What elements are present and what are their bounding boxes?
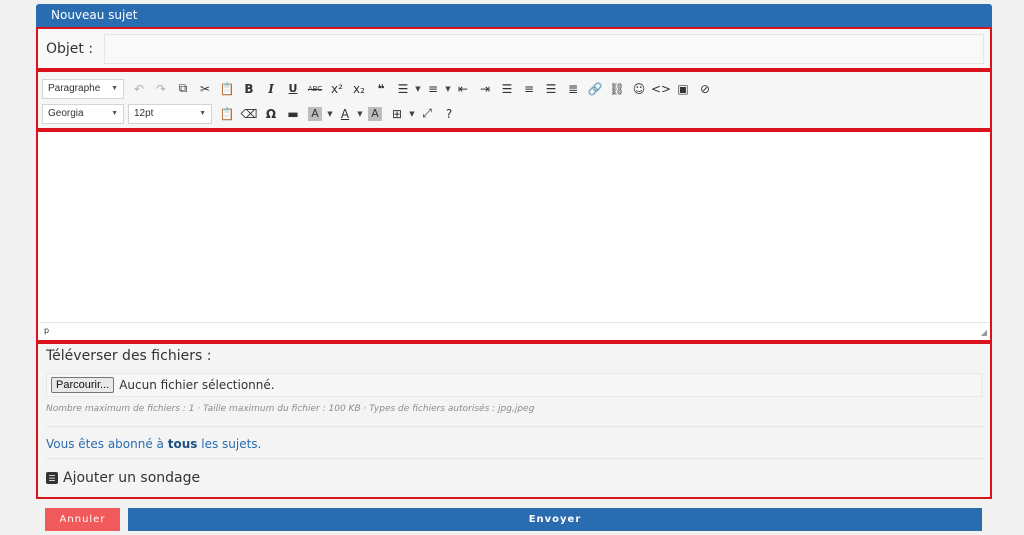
chevron-down-icon[interactable]: ▼ bbox=[414, 79, 422, 99]
redo-icon[interactable]: ↷ bbox=[150, 79, 172, 99]
size-select-value: 12pt bbox=[134, 108, 154, 119]
numbered-list-icon[interactable]: ≡ bbox=[422, 79, 444, 99]
horizontal-rule-icon[interactable]: ▬ bbox=[282, 104, 304, 124]
chevron-down-icon[interactable]: ▼ bbox=[356, 104, 364, 124]
link-icon[interactable]: 🔗 bbox=[584, 79, 606, 99]
poll-icon: ☰ bbox=[46, 472, 58, 484]
text-color-icon[interactable]: A bbox=[334, 104, 356, 124]
unlink-icon[interactable]: ⛓ bbox=[606, 79, 628, 99]
file-limits-info: Nombre maximum de fichiers : 1 · Taille … bbox=[46, 404, 535, 414]
highlight-icon[interactable]: A bbox=[364, 104, 386, 124]
superscript-icon[interactable]: x² bbox=[326, 79, 348, 99]
emoji-icon[interactable]: ☺ bbox=[628, 79, 650, 99]
element-path: p bbox=[44, 326, 50, 335]
format-select[interactable]: Paragraphe ▼ bbox=[42, 78, 124, 99]
align-left-icon[interactable]: ☰ bbox=[496, 79, 518, 99]
paste-icon[interactable]: 📋 bbox=[216, 79, 238, 99]
code-icon[interactable]: <> bbox=[650, 79, 672, 99]
upload-title: Téléverser des fichiers : bbox=[46, 348, 212, 364]
undo-icon[interactable]: ↶ bbox=[128, 79, 150, 99]
subject-label: Objet : bbox=[46, 40, 94, 57]
copy-icon[interactable]: ⧉ bbox=[172, 79, 194, 99]
format-select-value: Paragraphe bbox=[48, 83, 101, 94]
upload-section: Téléverser des fichiers : Parcourir... A… bbox=[36, 342, 992, 499]
cut-icon[interactable]: ✂ bbox=[194, 79, 216, 99]
paste-text-icon[interactable]: 📋 bbox=[216, 104, 238, 124]
new-topic-form: Nouveau sujet Objet : Paragraphe ▼ ↶ ↷ ⧉ … bbox=[36, 4, 992, 499]
subject-row: Objet : bbox=[36, 27, 992, 70]
file-input[interactable]: Parcourir... Aucun fichier sélectionné. bbox=[46, 373, 982, 397]
chevron-down-icon[interactable]: ▼ bbox=[408, 104, 416, 124]
italic-icon[interactable]: I bbox=[260, 79, 282, 99]
editor-statusbar: p bbox=[40, 322, 990, 338]
toolbar-row-2: Georgia ▼ 12pt ▼ 📋 ⌫ Ω ▬ A ▼ A ▼ A ⊞ ▼ ⤢ ? bbox=[42, 101, 990, 126]
subscription-notice: Vous êtes abonné à tous les sujets. bbox=[46, 437, 261, 451]
font-select[interactable]: Georgia ▼ bbox=[42, 103, 124, 124]
subscript-icon[interactable]: x₂ bbox=[348, 79, 370, 99]
add-poll-toggle[interactable]: ☰ Ajouter un sondage bbox=[46, 470, 200, 486]
chevron-down-icon: ▼ bbox=[199, 110, 206, 117]
align-right-icon[interactable]: ☰ bbox=[540, 79, 562, 99]
chevron-down-icon: ▼ bbox=[111, 85, 118, 92]
size-select[interactable]: 12pt ▼ bbox=[128, 103, 212, 124]
outdent-icon[interactable]: ⇤ bbox=[452, 79, 474, 99]
align-center-icon[interactable]: ≡ bbox=[518, 79, 540, 99]
form-header: Nouveau sujet bbox=[36, 4, 992, 27]
help-icon[interactable]: ? bbox=[438, 104, 460, 124]
underline-icon[interactable]: U bbox=[282, 79, 304, 99]
font-select-value: Georgia bbox=[48, 108, 84, 119]
editor-area[interactable]: p ◢ bbox=[36, 130, 992, 342]
chevron-down-icon[interactable]: ▼ bbox=[444, 79, 452, 99]
cancel-button[interactable]: Annuler bbox=[45, 508, 120, 531]
subscription-prefix: Vous êtes abonné à bbox=[46, 437, 164, 451]
divider bbox=[46, 426, 984, 427]
bullet-list-icon[interactable]: ☰ bbox=[392, 79, 414, 99]
send-button[interactable]: Envoyer bbox=[128, 508, 982, 531]
hide-icon[interactable]: ⊘ bbox=[694, 79, 716, 99]
fullscreen-icon[interactable]: ⤢ bbox=[416, 104, 438, 124]
blockquote-icon[interactable]: ❝ bbox=[370, 79, 392, 99]
subject-input[interactable] bbox=[104, 33, 984, 64]
resize-handle-icon[interactable]: ◢ bbox=[981, 328, 987, 337]
indent-icon[interactable]: ⇥ bbox=[474, 79, 496, 99]
eraser-icon[interactable]: ⌫ bbox=[238, 104, 260, 124]
no-file-text: Aucun fichier sélectionné. bbox=[119, 378, 275, 392]
subscription-suffix: les sujets. bbox=[201, 437, 262, 451]
subscription-link[interactable]: tous bbox=[168, 437, 198, 451]
toolbar-row-1: Paragraphe ▼ ↶ ↷ ⧉ ✂ 📋 B I U ABC x² x₂ ❝ … bbox=[42, 76, 990, 101]
chevron-down-icon[interactable]: ▼ bbox=[326, 104, 334, 124]
image-icon[interactable]: ▣ bbox=[672, 79, 694, 99]
divider bbox=[46, 458, 984, 459]
editor-toolbar: Paragraphe ▼ ↶ ↷ ⧉ ✂ 📋 B I U ABC x² x₂ ❝ … bbox=[36, 70, 992, 130]
special-char-icon[interactable]: Ω bbox=[260, 104, 282, 124]
add-poll-label: Ajouter un sondage bbox=[63, 470, 201, 486]
chevron-down-icon: ▼ bbox=[111, 110, 118, 117]
strikethrough-icon[interactable]: ABC bbox=[304, 79, 326, 99]
align-justify-icon[interactable]: ≣ bbox=[562, 79, 584, 99]
bold-icon[interactable]: B bbox=[238, 79, 260, 99]
background-color-icon[interactable]: A bbox=[304, 104, 326, 124]
table-icon[interactable]: ⊞ bbox=[386, 104, 408, 124]
browse-button[interactable]: Parcourir... bbox=[51, 377, 115, 393]
